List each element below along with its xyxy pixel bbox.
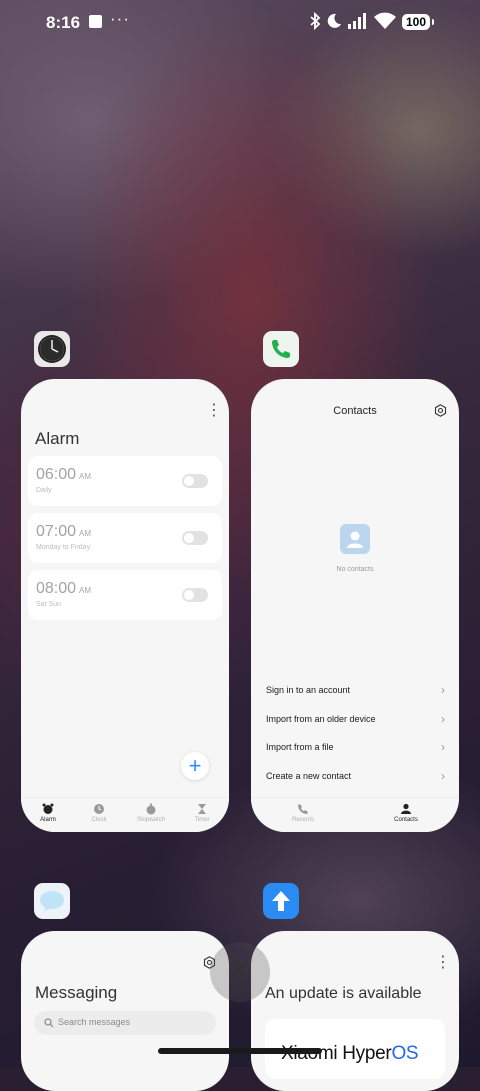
alarm-item[interactable]: 08:00 AM Sat Sun xyxy=(28,570,222,620)
more-notifications-icon: ··· xyxy=(110,9,130,28)
more-options-icon[interactable]: ⋮ xyxy=(435,955,451,971)
contact-placeholder-icon xyxy=(340,524,370,554)
clock-app-card[interactable]: ⋮ Alarm 06:00 AM Daily 07:00 AM Monday to … xyxy=(21,379,229,832)
chevron-right-icon: › xyxy=(441,683,445,697)
wifi-icon xyxy=(374,12,396,29)
menu-label: Import from an older device xyxy=(266,714,376,724)
search-placeholder: Search messages xyxy=(58,1017,131,1027)
alarm-icon xyxy=(42,803,54,814)
tab-recents[interactable]: Recents xyxy=(277,803,329,823)
tab-label: Stopwatch xyxy=(136,817,166,823)
close-all-button[interactable]: ✕ xyxy=(210,942,270,1002)
create-new-contact-row[interactable]: Create a new contact › xyxy=(266,767,445,787)
messaging-app-icon[interactable] xyxy=(34,883,70,919)
menu-label: Sign in to an account xyxy=(266,685,351,695)
tab-timer[interactable]: Timer xyxy=(176,803,228,823)
messaging-title: Messaging xyxy=(35,983,118,1002)
search-messages-input[interactable]: Search messages xyxy=(34,1011,216,1035)
tab-label: Timer xyxy=(194,817,210,823)
clock-bottom-nav: Alarm Clock Stopwatch Timer xyxy=(21,797,229,832)
signal-icon xyxy=(348,13,366,29)
tab-label: Alarm xyxy=(40,817,56,823)
alarm-repeat: Daily xyxy=(36,487,52,494)
alarm-toggle[interactable] xyxy=(182,474,208,488)
contacts-app-card[interactable]: Contacts No contacts Sign in to an accou… xyxy=(251,379,459,832)
status-bar: 8:16 ··· 100 xyxy=(0,0,480,46)
alarm-title: Alarm xyxy=(35,429,80,448)
chevron-right-icon: › xyxy=(441,740,445,754)
menu-label: Create a new contact xyxy=(266,771,352,781)
empty-state-label: No contacts xyxy=(336,566,374,573)
alarm-repeat: Sat Sun xyxy=(36,601,61,608)
add-alarm-button[interactable]: + xyxy=(181,752,209,780)
messaging-app-card[interactable]: Messaging Search messages xyxy=(21,931,229,1091)
chevron-right-icon: › xyxy=(441,712,445,726)
clock-icon xyxy=(94,804,104,814)
tab-label: Clock xyxy=(91,817,107,823)
tab-clock[interactable]: Clock xyxy=(73,803,125,823)
do-not-disturb-moon-icon xyxy=(327,13,341,28)
alarm-item[interactable]: 06:00 AM Daily xyxy=(28,456,222,506)
phone-app-icon[interactable] xyxy=(263,331,299,367)
stopwatch-icon xyxy=(146,803,156,815)
person-icon xyxy=(401,803,411,814)
status-time: 8:16 xyxy=(46,13,81,32)
bluetooth-icon xyxy=(310,12,321,30)
gear-icon[interactable] xyxy=(434,404,447,417)
alarm-time: 06:00 AM xyxy=(36,466,92,483)
phone-icon xyxy=(298,804,308,814)
close-icon: ✕ xyxy=(229,955,251,985)
contacts-bottom-nav: Recents Contacts xyxy=(251,797,459,832)
updater-app-icon[interactable] xyxy=(263,883,299,919)
updater-app-card[interactable]: ⋮ An update is available xyxy=(251,931,459,1091)
tab-label: Contacts xyxy=(394,817,418,823)
contacts-title: Contacts xyxy=(333,405,377,417)
home-indicator[interactable] xyxy=(158,1048,322,1054)
alarm-time: 07:00 AM xyxy=(36,523,92,540)
alarm-toggle[interactable] xyxy=(182,588,208,602)
alarm-repeat: Monday to Friday xyxy=(36,544,91,551)
sign-in-account-row[interactable]: Sign in to an account › xyxy=(266,681,445,701)
tab-contacts[interactable]: Contacts xyxy=(380,803,432,823)
tab-label: Recents xyxy=(291,817,314,823)
clock-app-icon[interactable] xyxy=(34,331,70,367)
alarm-toggle[interactable] xyxy=(182,531,208,545)
tab-alarm[interactable]: Alarm xyxy=(22,803,74,823)
import-from-file-row[interactable]: Import from a file › xyxy=(266,738,445,758)
hourglass-icon xyxy=(198,804,206,814)
import-older-device-row[interactable]: Import from an older device › xyxy=(266,710,445,730)
search-icon xyxy=(44,1018,54,1028)
update-title: An update is available xyxy=(265,985,422,1002)
chevron-right-icon: › xyxy=(441,769,445,783)
more-options-icon[interactable]: ⋮ xyxy=(206,403,222,419)
alarm-item[interactable]: 07:00 AM Monday to Friday xyxy=(28,513,222,563)
tab-stopwatch[interactable]: Stopwatch xyxy=(125,803,177,823)
hyperos-brand-logo: Xiaomi HyperOS xyxy=(281,1043,419,1064)
notification-icon xyxy=(89,15,102,28)
alarm-time: 08:00 AM xyxy=(36,580,92,597)
menu-label: Import from a file xyxy=(266,742,334,752)
battery-icon: 100 xyxy=(402,14,434,30)
